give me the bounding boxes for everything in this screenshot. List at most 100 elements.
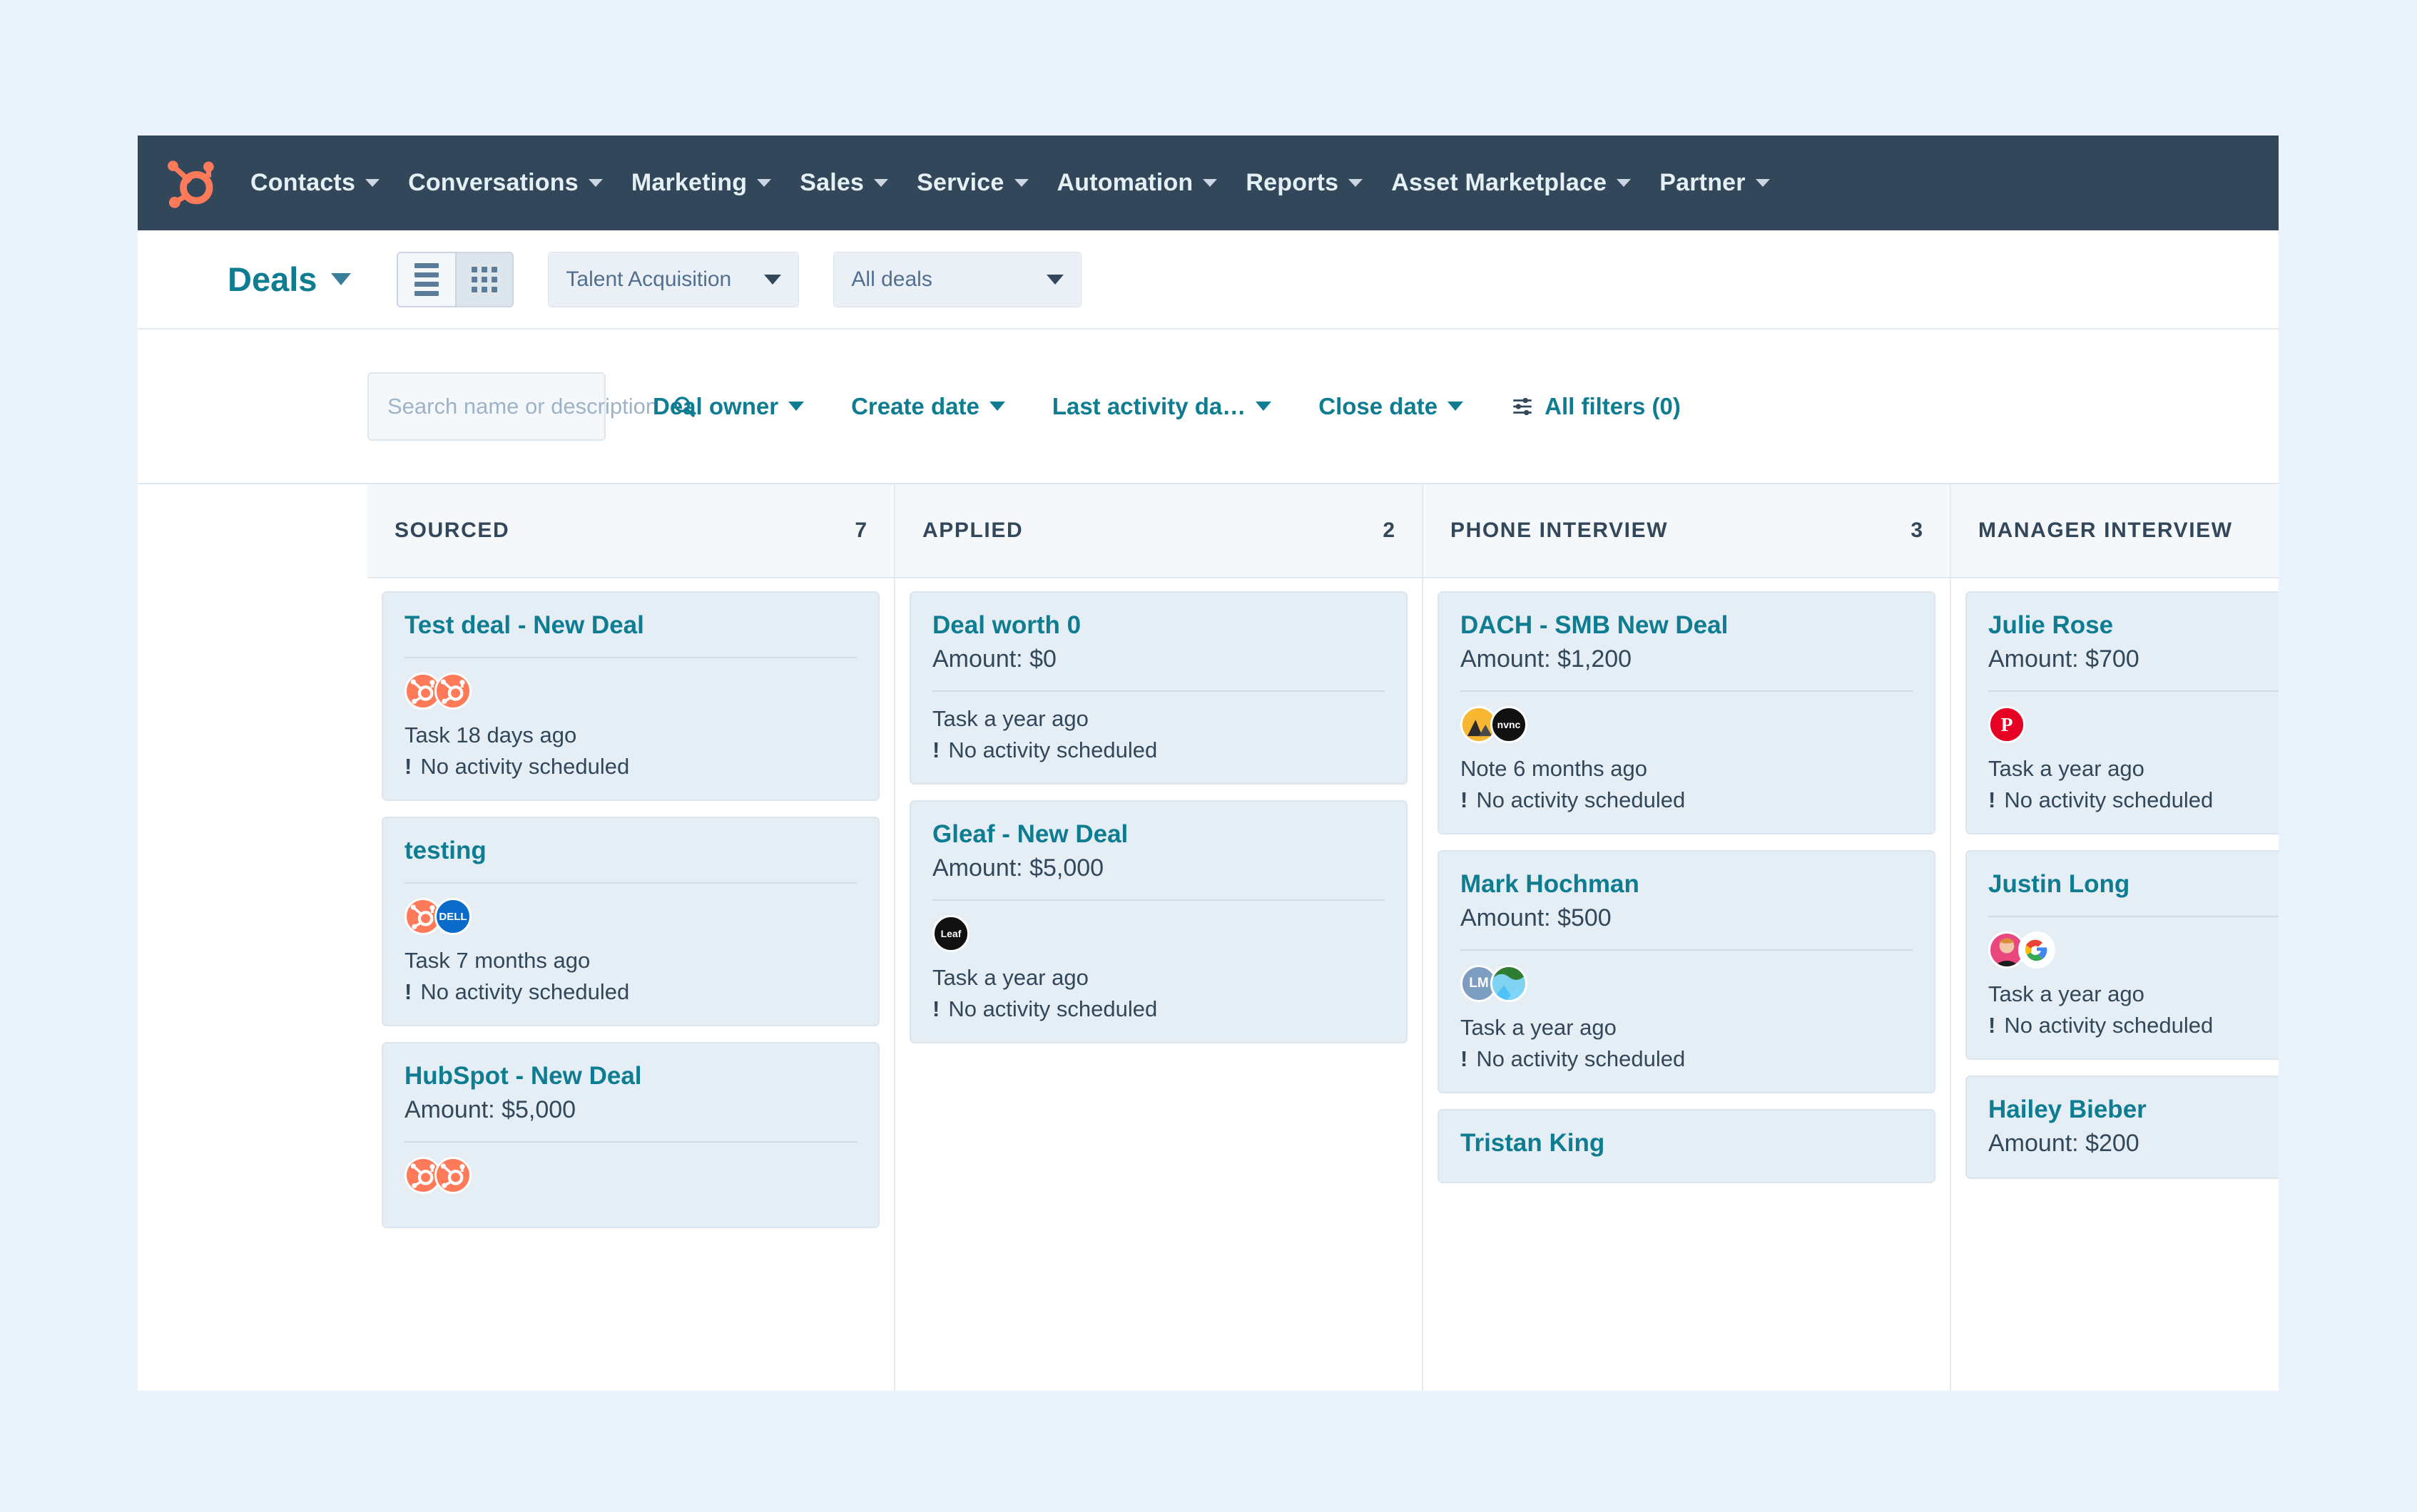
deal-card[interactable]: Julie Rose Amount: $700 P Task a year ago! N… [1965, 591, 2279, 834]
avatar-group: LM [1460, 965, 1913, 1002]
nav-item-label: Conversations [408, 169, 579, 196]
divider [932, 690, 1385, 692]
chevron-down-icon [989, 402, 1005, 411]
deal-card-warning-label: No activity scheduled [948, 996, 1158, 1021]
pipeline-select-value: Talent Acquisition [566, 267, 732, 291]
deal-card[interactable]: Deal worth 0 Amount: $0 Task a year ago! No… [910, 591, 1408, 785]
list-view-button[interactable] [398, 252, 456, 306]
filter-last-activity-date[interactable]: Last activity da… [1052, 392, 1272, 420]
nav-item-automation[interactable]: Automation [1043, 169, 1232, 197]
nav-item-reports[interactable]: Reports [1231, 169, 1377, 197]
filter-label: Last activity da… [1052, 392, 1246, 419]
deal-card[interactable]: Hailey Bieber Amount: $200 [1965, 1076, 2279, 1179]
deal-card-title[interactable]: Deal worth 0 [932, 611, 1385, 640]
board-column-header: PHONE INTERVIEW 3 [1423, 484, 1950, 578]
deal-card-activity: Task a year ago [1460, 1015, 1617, 1040]
deal-card-title[interactable]: Test deal - New Deal [404, 611, 857, 640]
avatar [2018, 931, 2055, 969]
deal-card-title[interactable]: Hailey Bieber [1988, 1095, 2279, 1124]
board-column: SOURCED 7 Test deal - New Deal Task 18 days… [367, 484, 895, 1391]
deal-card[interactable]: testing DELL Task 7 months ago! No activity… [382, 817, 880, 1026]
board-column-header: SOURCED 7 [367, 484, 894, 578]
deal-card-amount: Amount: $700 [1988, 645, 2139, 673]
deal-scope-select[interactable]: All deals [833, 251, 1082, 307]
chevron-down-icon [1755, 179, 1770, 187]
top-navigation-bar: Contacts Conversations Marketing Sales S… [138, 136, 2279, 230]
filter-label: Create date [851, 392, 979, 419]
filter-label: Close date [1318, 392, 1438, 419]
chevron-down-icon [1348, 179, 1363, 187]
divider [1460, 690, 1913, 692]
deal-scope-select-value: All deals [851, 267, 932, 291]
deal-card[interactable]: HubSpot - New Deal Amount: $5,000 [382, 1042, 880, 1228]
deal-card-warning-label: No activity scheduled [2004, 1013, 2214, 1038]
board-column: PHONE INTERVIEW 3 DACH - SMB New Deal Amoun… [1423, 484, 1951, 1391]
divider [1460, 949, 1913, 951]
list-view-icon [414, 262, 439, 296]
nav-item-sales[interactable]: Sales [785, 169, 902, 197]
deal-card-warning: ! No activity scheduled [932, 737, 1385, 763]
avatar: Leaf [932, 915, 970, 952]
avatar [1490, 965, 1527, 1002]
deal-card-title[interactable]: Gleaf - New Deal [932, 820, 1385, 849]
board-view-button[interactable] [455, 252, 513, 306]
deal-card[interactable]: Test deal - New Deal Task 18 days ago! No … [382, 591, 880, 801]
hubspot-deals-app: Contacts Conversations Marketing Sales S… [138, 136, 2279, 1391]
board-column-title: SOURCED [395, 519, 510, 542]
avatar [434, 673, 472, 710]
deal-card-title[interactable]: testing [404, 837, 857, 865]
search-box[interactable] [367, 372, 695, 441]
deal-card[interactable]: Gleaf - New Deal Amount: $5,000 Leaf Task a… [910, 800, 1408, 1043]
nav-item-conversations[interactable]: Conversations [394, 169, 617, 197]
search-input[interactable] [387, 393, 672, 419]
avatar [434, 1157, 472, 1194]
deal-card-warning: ! No activity scheduled [1988, 1013, 2279, 1038]
filter-close-date[interactable]: Close date [1318, 392, 1464, 420]
deal-card[interactable]: Mark Hochman Amount: $500 LM Task a year ag… [1438, 850, 1935, 1093]
nav-item-asset-marketplace[interactable]: Asset Marketplace [1377, 169, 1645, 197]
deal-card[interactable]: DACH - SMB New Deal Amount: $1,200 nvnc Not… [1438, 591, 1935, 834]
board-column: APPLIED 2 Deal worth 0 Amount: $0 Task a yea… [895, 484, 1423, 1391]
board-column-count: 3 [1910, 519, 1923, 542]
deal-card-activity: Task a year ago [1988, 756, 2144, 781]
board-column-body: Test deal - New Deal Task 18 days ago! No … [367, 578, 894, 1228]
nav-item-label: Asset Marketplace [1391, 169, 1607, 196]
nav-item-service[interactable]: Service [902, 169, 1042, 197]
board-column-body: Deal worth 0 Amount: $0 Task a year ago! No… [895, 578, 1422, 1043]
nav-item-contacts[interactable]: Contacts [236, 169, 394, 197]
deal-card[interactable]: Tristan King [1438, 1109, 1935, 1183]
nav-item-partner[interactable]: Partner [1645, 169, 1784, 197]
deal-card-title[interactable]: DACH - SMB New Deal [1460, 611, 1913, 640]
chevron-down-icon [764, 274, 782, 285]
page-title[interactable]: Deals [228, 260, 352, 299]
deal-card[interactable]: Justin Long Task a year ago! No activity s… [1965, 850, 2279, 1060]
deal-card-title[interactable]: Tristan King [1460, 1129, 1913, 1158]
nav-item-label: Reports [1246, 169, 1339, 196]
hubspot-logo-icon[interactable] [163, 155, 219, 211]
deal-card-title[interactable]: Mark Hochman [1460, 870, 1913, 899]
filter-create-date[interactable]: Create date [851, 393, 1005, 420]
divider [404, 657, 857, 658]
filter-label: Deal owner [653, 392, 779, 419]
pipeline-select[interactable]: Talent Acquisition [548, 251, 800, 307]
filter-deal-owner[interactable]: Deal owner [653, 392, 805, 420]
deal-card-title[interactable]: Julie Rose [1988, 611, 2279, 640]
deal-card-activity: Task a year ago [932, 706, 1089, 731]
deal-card-warning-label: No activity scheduled [420, 979, 630, 1004]
all-filters-label: All filters (0) [1545, 392, 1681, 419]
nav-item-marketing[interactable]: Marketing [617, 169, 785, 197]
divider [404, 1141, 857, 1143]
all-filters-button[interactable]: All filters (0) [1510, 393, 1681, 420]
avatar: P [1988, 706, 2025, 743]
chevron-down-icon [1617, 179, 1632, 187]
deal-card-warning: ! No activity scheduled [1460, 787, 1913, 813]
chevron-down-icon [365, 179, 380, 187]
page-toolbar: Deals Talent Acquisition All deals [138, 230, 2279, 330]
avatar-group: DELL [404, 898, 857, 935]
deal-card-title[interactable]: Justin Long [1988, 870, 2279, 899]
deal-card-title[interactable]: HubSpot - New Deal [404, 1062, 857, 1090]
deal-card-warning: ! No activity scheduled [1460, 1046, 1913, 1072]
svg-text:P: P [2001, 713, 2013, 735]
board-column-count: 2 [1383, 519, 1395, 542]
page-title-label: Deals [228, 260, 317, 298]
